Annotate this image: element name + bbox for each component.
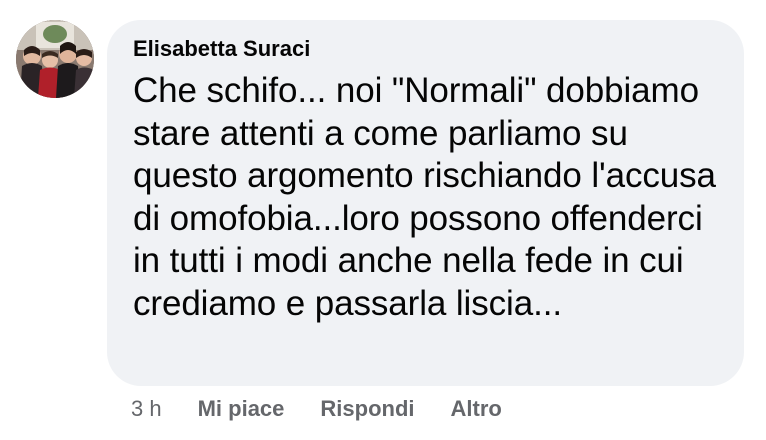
profile-photo-icon: [16, 20, 94, 98]
comment-container: Elisabetta Suraci Che schifo... noi "Nor…: [0, 0, 766, 440]
comment-text: Che schifo... noi "Normali" dobbiamo sta…: [133, 71, 716, 323]
like-button[interactable]: Mi piace: [198, 396, 285, 422]
avatar[interactable]: [16, 20, 94, 98]
comment-bubble: Elisabetta Suraci Che schifo... noi "Nor…: [107, 20, 744, 386]
comment-timestamp[interactable]: 3 h: [131, 396, 162, 422]
reply-button[interactable]: Rispondi: [320, 396, 414, 422]
comment-actions: 3 h Mi piace Rispondi Altro: [131, 393, 538, 425]
comment-author[interactable]: Elisabetta Suraci: [133, 36, 718, 62]
more-button[interactable]: Altro: [451, 396, 502, 422]
